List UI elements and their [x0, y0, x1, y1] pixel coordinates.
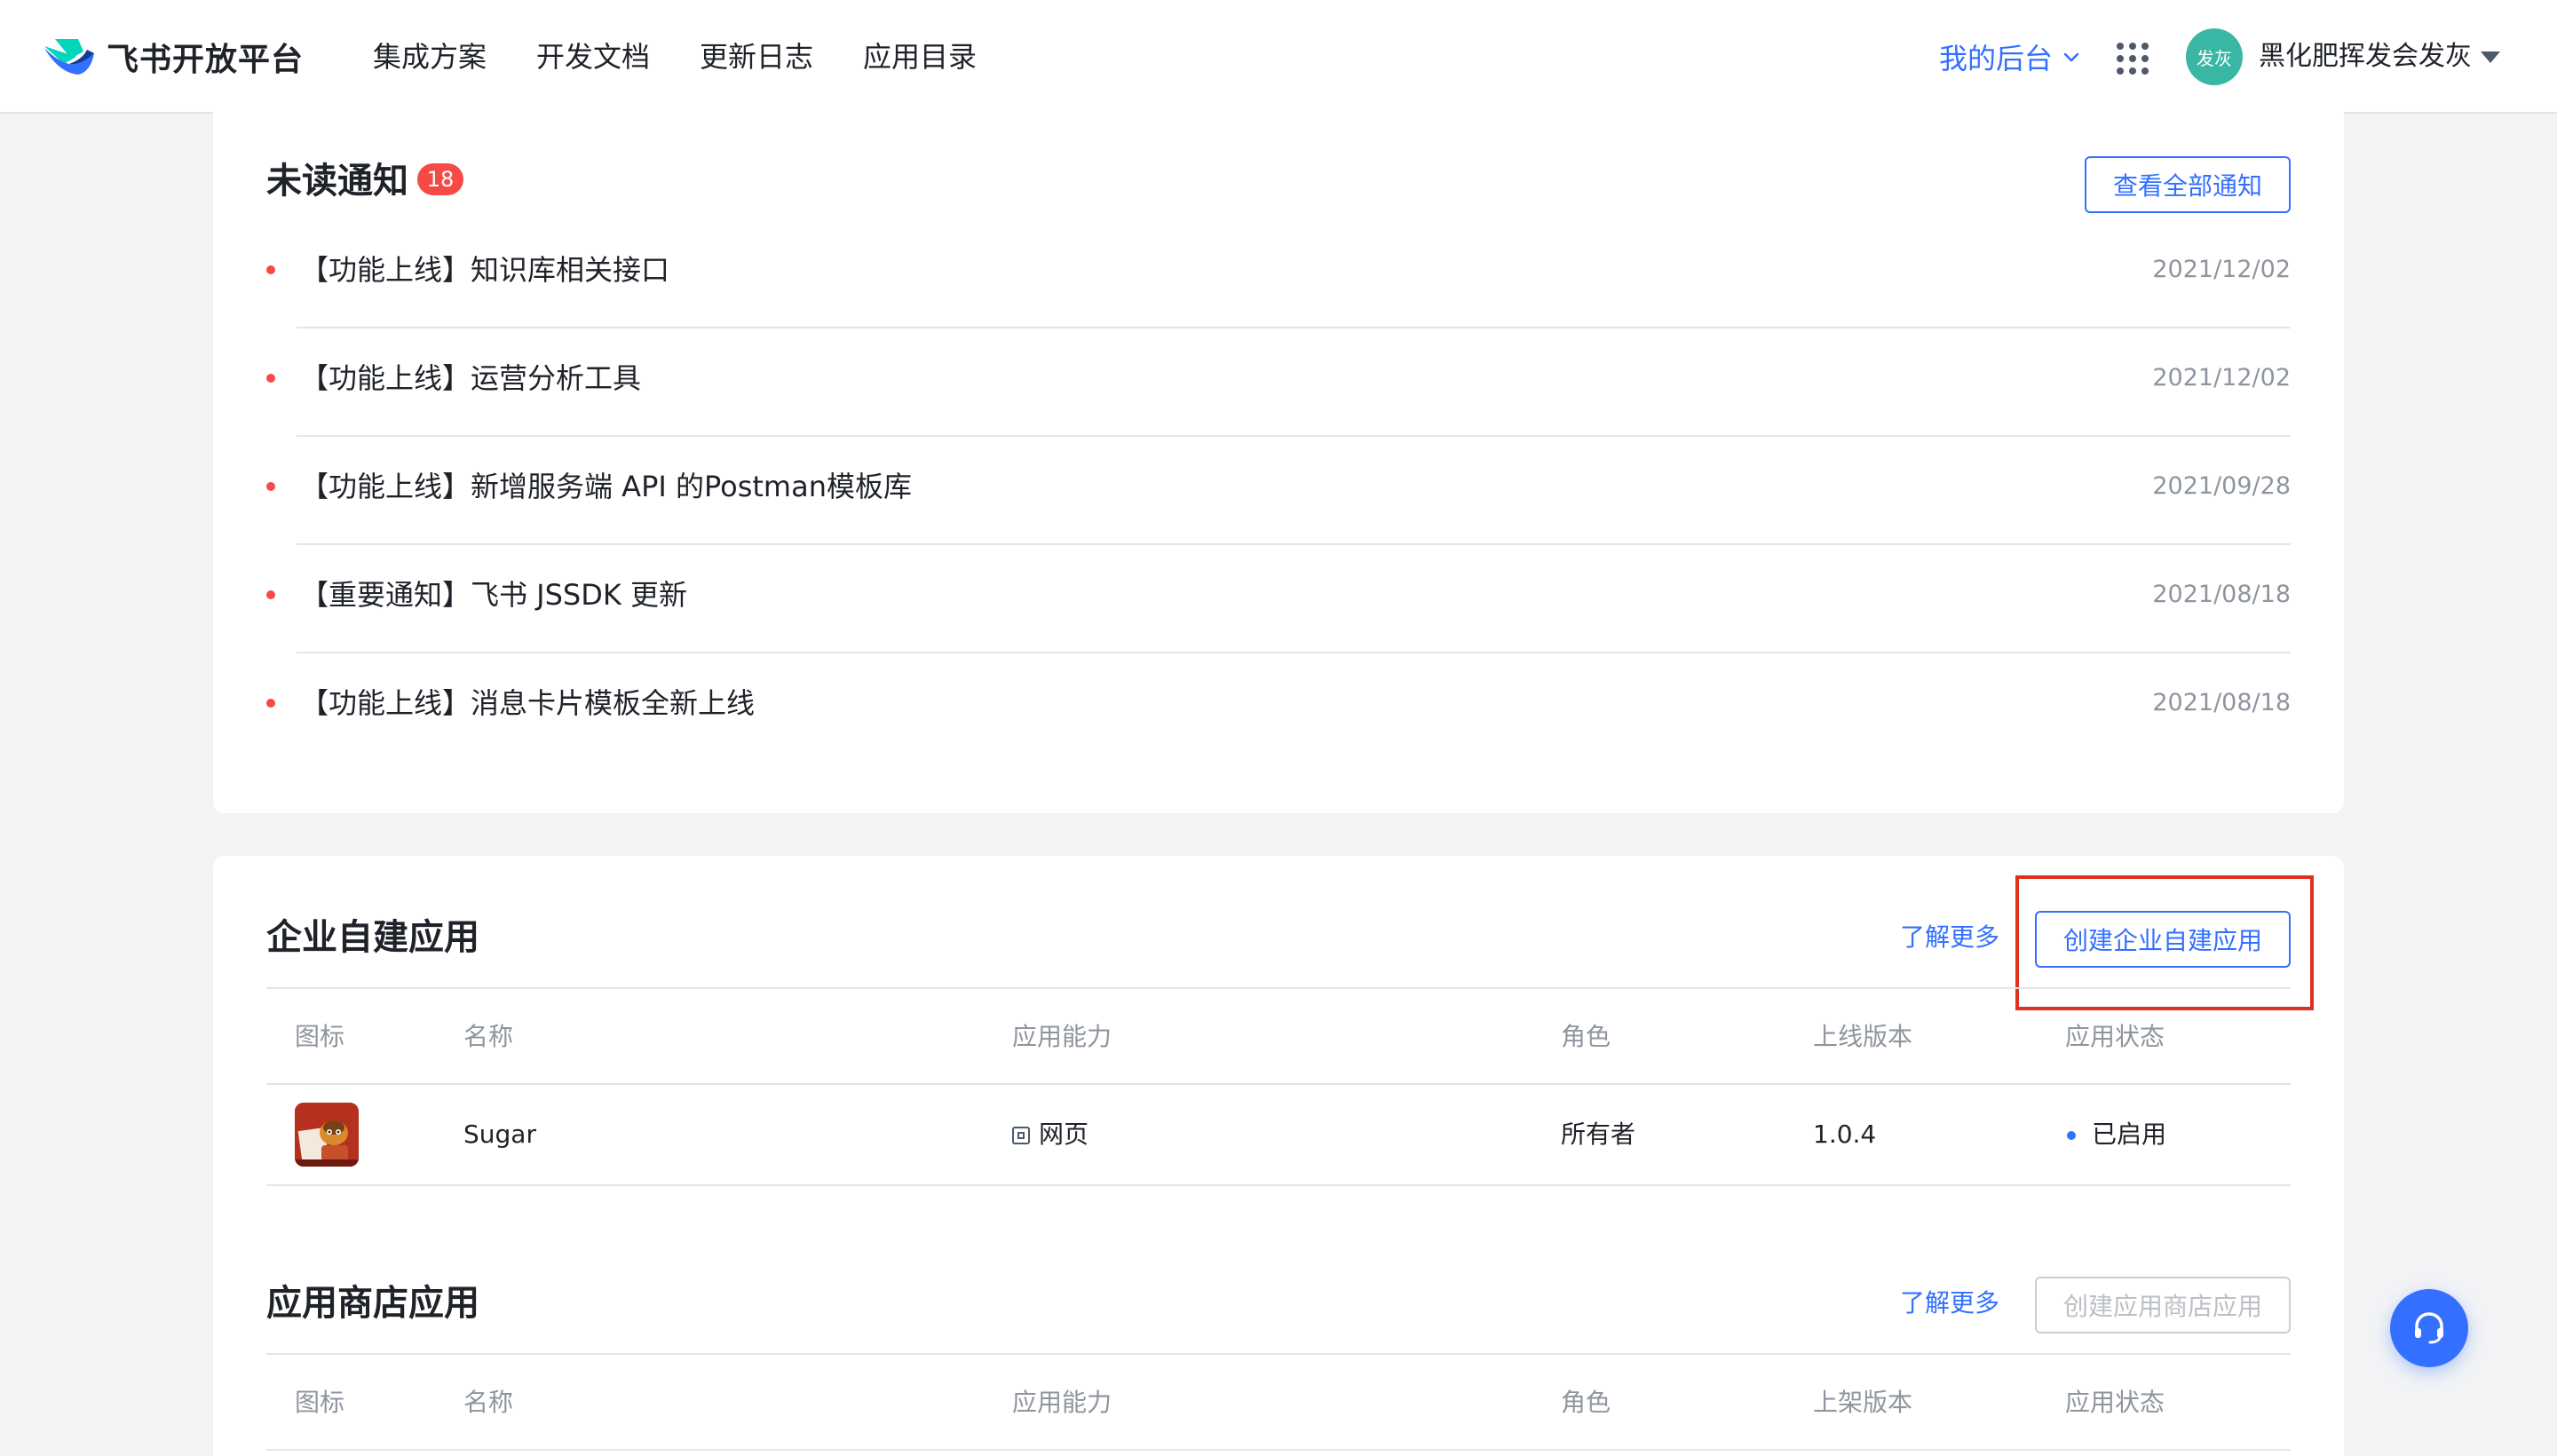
brand[interactable]: 飞书开放平台: [43, 32, 304, 82]
unread-dot: [266, 699, 275, 708]
notice-date: 2021/12/02: [2152, 364, 2291, 392]
notice-date: 2021/12/02: [2152, 256, 2291, 283]
enterprise-apps-title: 企业自建应用: [266, 917, 479, 958]
notice-date: 2021/09/28: [2152, 472, 2291, 500]
caret-down-icon[interactable]: [2481, 51, 2500, 63]
notice-title[interactable]: 【功能上线】新增服务端 API 的Postman模板库: [300, 467, 912, 506]
app-role: 所有者: [1561, 1120, 1636, 1149]
create-store-app-button[interactable]: 创建应用商店应用: [2035, 1277, 2291, 1333]
column-header-role: 角色: [1561, 1022, 1611, 1051]
notice-date: 2021/08/18: [2152, 689, 2291, 716]
notice-title[interactable]: 【功能上线】知识库相关接口: [300, 250, 669, 289]
column-header-version: 上架版本: [1813, 1388, 1913, 1417]
chevron-down-icon: [2063, 52, 2079, 62]
brand-name: 飞书开放平台: [107, 42, 305, 78]
notice-item[interactable]: 【功能上线】知识库相关接口 2021/12/02: [266, 220, 2291, 328]
column-header-icon: 图标: [295, 1022, 345, 1051]
avatar[interactable]: 发灰: [2186, 28, 2243, 85]
app-capability: 网页: [1012, 1117, 1089, 1152]
column-header-capability: 应用能力: [1012, 1388, 1112, 1417]
app-icon-image: [295, 1103, 359, 1167]
divider: [266, 1353, 2291, 1355]
unread-dot: [266, 590, 275, 599]
notice-title[interactable]: 【重要通知】飞书 JSSDK 更新: [300, 575, 687, 614]
unread-dot: [266, 374, 275, 383]
app-name[interactable]: Sugar: [463, 1117, 536, 1152]
highlight-annotation: [2015, 875, 2314, 1010]
column-header-icon: 图标: [295, 1388, 345, 1417]
view-all-notices-button[interactable]: 查看全部通知: [2085, 156, 2291, 213]
column-header-status: 应用状态: [2065, 1388, 2165, 1417]
divider: [266, 1083, 2291, 1085]
sugar-app-icon[interactable]: [295, 1103, 359, 1167]
status-dot: [2067, 1131, 2076, 1140]
my-console-label: 我的后台: [1939, 42, 2054, 75]
notice-title[interactable]: 【功能上线】消息卡片模板全新上线: [300, 684, 755, 723]
my-console-menu[interactable]: 我的后台: [1939, 36, 2081, 78]
store-apps-title: 应用商店应用: [266, 1283, 479, 1324]
webpage-icon: [1012, 1127, 1030, 1144]
column-header-capability: 应用能力: [1012, 1022, 1112, 1051]
notice-item[interactable]: 【功能上线】运营分析工具 2021/12/02: [266, 328, 2291, 437]
headset-support-button[interactable]: [2390, 1289, 2468, 1367]
notice-title[interactable]: 【功能上线】运营分析工具: [300, 359, 641, 398]
notice-date: 2021/08/18: [2152, 581, 2291, 608]
column-header-status: 应用状态: [2065, 1022, 2165, 1051]
unread-dot: [266, 482, 275, 491]
nav-link-changelog[interactable]: 更新日志: [700, 36, 813, 78]
unread-count-badge: 18: [417, 163, 463, 195]
notice-item[interactable]: 【功能上线】新增服务端 API 的Postman模板库 2021/09/28: [266, 437, 2291, 545]
apps-grid-icon[interactable]: [2117, 43, 2149, 75]
store-learn-more-link[interactable]: 了解更多: [1900, 1282, 1999, 1325]
top-navigation: 飞书开放平台 集成方案 开发文档 更新日志 应用目录 我的后台 发灰 黑化肥挥发…: [0, 0, 2557, 114]
divider: [266, 987, 2291, 989]
column-header-version: 上线版本: [1813, 1022, 1913, 1051]
username[interactable]: 黑化肥挥发会发灰: [2259, 36, 2472, 78]
nav-link-integration[interactable]: 集成方案: [373, 36, 487, 78]
divider: [266, 1184, 2291, 1186]
feishu-logo-icon: [44, 39, 94, 75]
unread-dot: [266, 265, 275, 274]
app-version: 1.0.4: [1813, 1120, 1877, 1149]
column-header-role: 角色: [1561, 1388, 1611, 1417]
divider: [266, 1449, 2291, 1451]
nav-link-docs[interactable]: 开发文档: [536, 36, 650, 78]
headset-support-icon: [2415, 1312, 2443, 1344]
nav-link-app-directory[interactable]: 应用目录: [863, 36, 977, 78]
enterprise-learn-more-link[interactable]: 了解更多: [1900, 916, 1999, 959]
notices-title: 未读通知: [266, 161, 408, 202]
notice-item[interactable]: 【重要通知】飞书 JSSDK 更新 2021/08/18: [266, 545, 2291, 653]
column-header-name: 名称: [463, 1022, 514, 1051]
status-badge: 已启用: [2092, 1120, 2167, 1149]
notice-item[interactable]: 【功能上线】消息卡片模板全新上线 2021/08/18: [266, 653, 2291, 762]
column-header-name: 名称: [463, 1388, 514, 1417]
